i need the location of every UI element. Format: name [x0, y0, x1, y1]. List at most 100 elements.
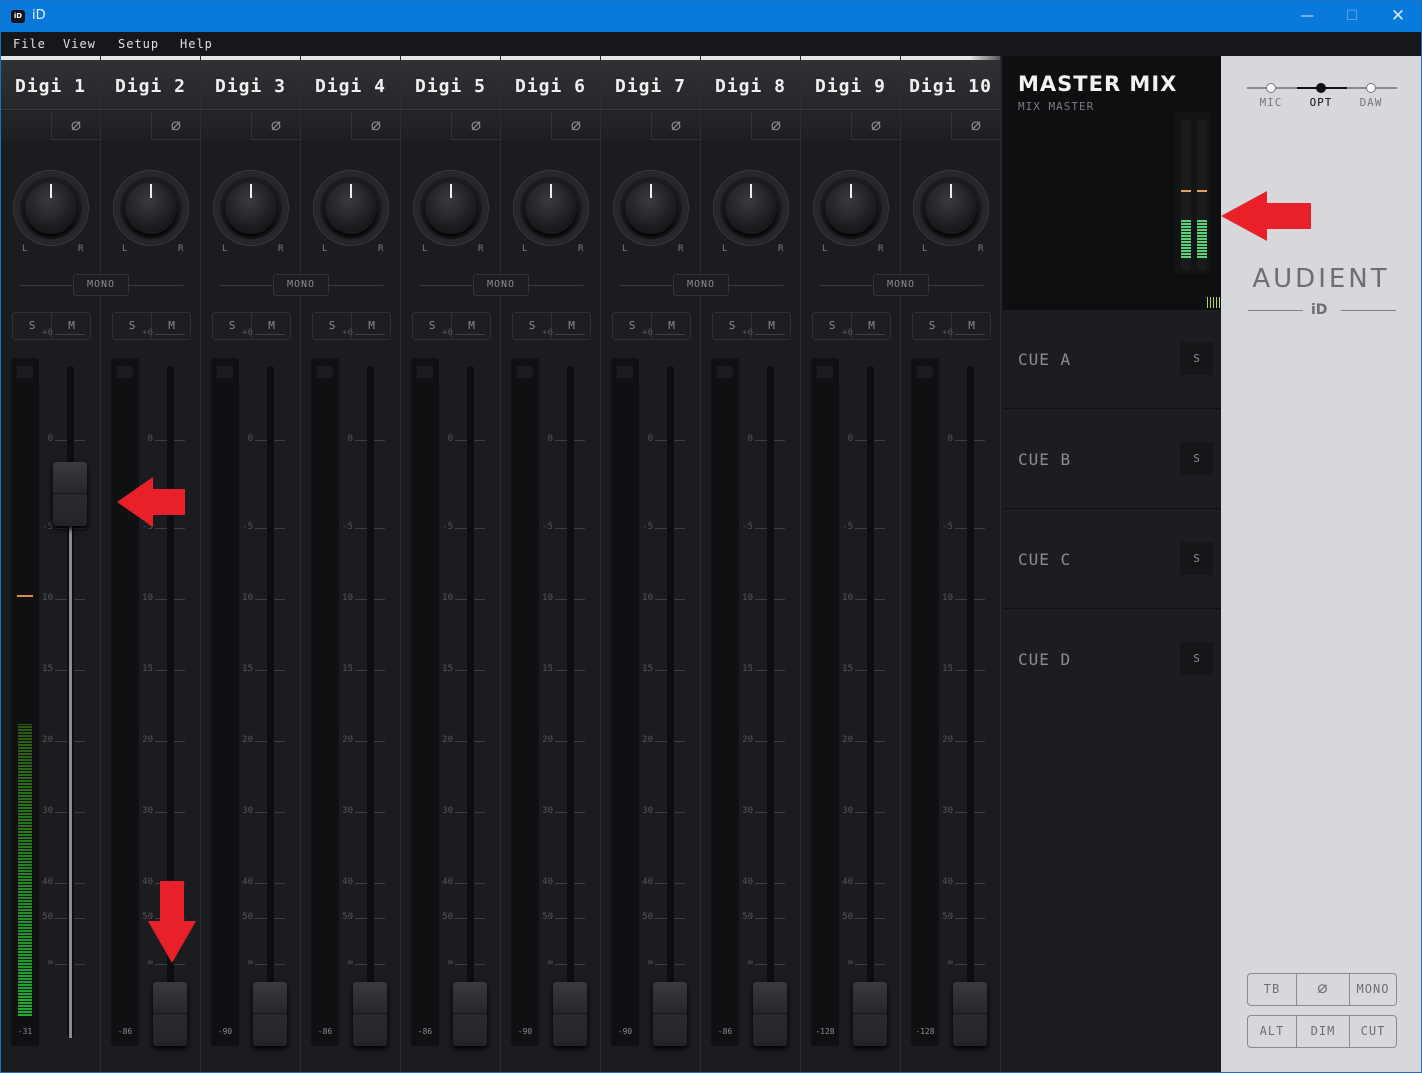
- alt-button[interactable]: ALT: [1248, 1016, 1296, 1047]
- fader-track[interactable]: [367, 366, 374, 1038]
- phase-invert-icon[interactable]: ⌀: [251, 111, 300, 140]
- fader-track[interactable]: [867, 366, 874, 1038]
- fader-track[interactable]: [267, 366, 274, 1038]
- scale-label: 10: [42, 593, 53, 603]
- mono-link-line: [19, 285, 73, 286]
- phase-invert-icon[interactable]: ⌀: [951, 111, 1000, 140]
- phase-invert-icon[interactable]: ⌀: [751, 111, 800, 140]
- mute-button[interactable]: M: [752, 313, 791, 339]
- channel-header[interactable]: Digi 8: [701, 60, 800, 110]
- pan-knob-pointer: [750, 184, 752, 198]
- source-mic-label[interactable]: MIC: [1251, 96, 1291, 109]
- mute-button[interactable]: M: [52, 313, 91, 339]
- scale-label: 50: [442, 912, 453, 922]
- scale-label: 10: [442, 593, 453, 603]
- talkback-button[interactable]: TB: [1248, 974, 1296, 1005]
- mono-link-line: [419, 285, 473, 286]
- scale-label: +6: [642, 328, 653, 338]
- scale-label: 50: [742, 912, 753, 922]
- volume-fader-handle[interactable]: [653, 982, 687, 1046]
- channel-header[interactable]: Digi 9: [801, 60, 900, 110]
- scale-label: ∞: [447, 958, 453, 968]
- pan-left-label: L: [422, 244, 428, 254]
- cue-a-solo-button[interactable]: S: [1180, 342, 1213, 375]
- cue-b-solo-button[interactable]: S: [1180, 442, 1213, 475]
- level-meter: -128: [811, 358, 839, 1046]
- menu-file[interactable]: File: [13, 37, 46, 51]
- volume-fader-handle[interactable]: [53, 462, 87, 526]
- mute-button[interactable]: M: [852, 313, 891, 339]
- phase-invert-icon[interactable]: ⌀: [451, 111, 500, 140]
- channel-header[interactable]: Digi 1: [1, 60, 100, 110]
- scale-label: 10: [942, 593, 953, 603]
- menu-view[interactable]: View: [63, 37, 96, 51]
- channel-header[interactable]: Digi 3: [201, 60, 300, 110]
- volume-fader-handle[interactable]: [853, 982, 887, 1046]
- menu-setup[interactable]: Setup: [118, 37, 159, 51]
- volume-fader-handle[interactable]: [953, 982, 987, 1046]
- fader-track[interactable]: [667, 366, 674, 1038]
- mute-button[interactable]: M: [552, 313, 591, 339]
- master-meter-left-fill: [1181, 220, 1191, 258]
- cue-b-row[interactable]: CUE B S: [1003, 410, 1221, 509]
- source-mic-radio[interactable]: [1266, 83, 1276, 93]
- volume-fader-handle[interactable]: [453, 982, 487, 1046]
- mute-button[interactable]: M: [452, 313, 491, 339]
- menu-help[interactable]: Help: [180, 37, 213, 51]
- volume-fader-handle[interactable]: [553, 982, 587, 1046]
- cue-d-solo-button[interactable]: S: [1180, 642, 1213, 675]
- fader-track[interactable]: [467, 366, 474, 1038]
- scale-tick: [555, 334, 585, 335]
- mute-button[interactable]: M: [152, 313, 191, 339]
- volume-fader-handle[interactable]: [253, 982, 287, 1046]
- cue-a-row[interactable]: CUE A S: [1003, 310, 1221, 409]
- scale-label: 0: [47, 434, 53, 444]
- source-opt-label[interactable]: OPT: [1301, 96, 1341, 109]
- mute-button[interactable]: M: [252, 313, 291, 339]
- cue-c-solo-button[interactable]: S: [1180, 542, 1213, 575]
- source-daw-label[interactable]: DAW: [1351, 96, 1391, 109]
- channel-header[interactable]: Digi 6: [501, 60, 600, 110]
- master-mix-panel[interactable]: MASTER MIX MIX MASTER: [1003, 56, 1221, 310]
- source-opt-radio[interactable]: [1316, 83, 1326, 93]
- maximize-button[interactable]: ☐: [1329, 1, 1375, 32]
- channel-header[interactable]: Digi 5: [401, 60, 500, 110]
- volume-fader-handle[interactable]: [153, 982, 187, 1046]
- phase-invert-icon[interactable]: ⌀: [851, 111, 900, 140]
- phase-invert-icon[interactable]: ⌀: [551, 111, 600, 140]
- pan-right-label: R: [878, 244, 884, 254]
- channel-header[interactable]: Digi 7: [601, 60, 700, 110]
- mute-button[interactable]: M: [952, 313, 991, 339]
- mute-button[interactable]: M: [652, 313, 691, 339]
- phase-invert-icon[interactable]: ⌀: [351, 111, 400, 140]
- scale-label: +6: [42, 328, 53, 338]
- master-meter-right-fill: [1197, 220, 1207, 258]
- phase-invert-icon[interactable]: ⌀: [151, 111, 200, 140]
- mute-button[interactable]: M: [352, 313, 391, 339]
- volume-fader-handle[interactable]: [353, 982, 387, 1046]
- channel-header[interactable]: Digi 4: [301, 60, 400, 110]
- channel-header[interactable]: Digi 10: [901, 60, 1000, 110]
- channel-strip: Digi 10 ⌀ L R S M -128 +6 0 -5 10 15 20 30 40 50 ∞: [901, 56, 1001, 1072]
- cue-c-row[interactable]: CUE C S: [1003, 510, 1221, 609]
- phase-invert-icon[interactable]: ⌀: [51, 111, 100, 140]
- fader-track[interactable]: [567, 366, 574, 1038]
- meter-clip-indicator: [417, 366, 433, 378]
- fader-track[interactable]: [967, 366, 974, 1038]
- mono-button[interactable]: MONO: [1349, 974, 1396, 1005]
- scale-label: 20: [242, 735, 253, 745]
- pan-right-label: R: [578, 244, 584, 254]
- close-button[interactable]: ✕: [1375, 1, 1421, 32]
- dim-button[interactable]: DIM: [1296, 1016, 1349, 1047]
- phase-invert-button[interactable]: ⌀: [1296, 974, 1349, 1005]
- scale-label: 20: [842, 735, 853, 745]
- phase-invert-icon[interactable]: ⌀: [651, 111, 700, 140]
- minimize-button[interactable]: —: [1284, 1, 1330, 32]
- channel-header[interactable]: Digi 2: [101, 60, 200, 110]
- fader-track[interactable]: [767, 366, 774, 1038]
- volume-fader-handle[interactable]: [753, 982, 787, 1046]
- cue-d-row[interactable]: CUE D S: [1003, 610, 1221, 709]
- cut-button[interactable]: CUT: [1349, 1016, 1396, 1047]
- source-daw-radio[interactable]: [1366, 83, 1376, 93]
- pan-left-label: L: [622, 244, 628, 254]
